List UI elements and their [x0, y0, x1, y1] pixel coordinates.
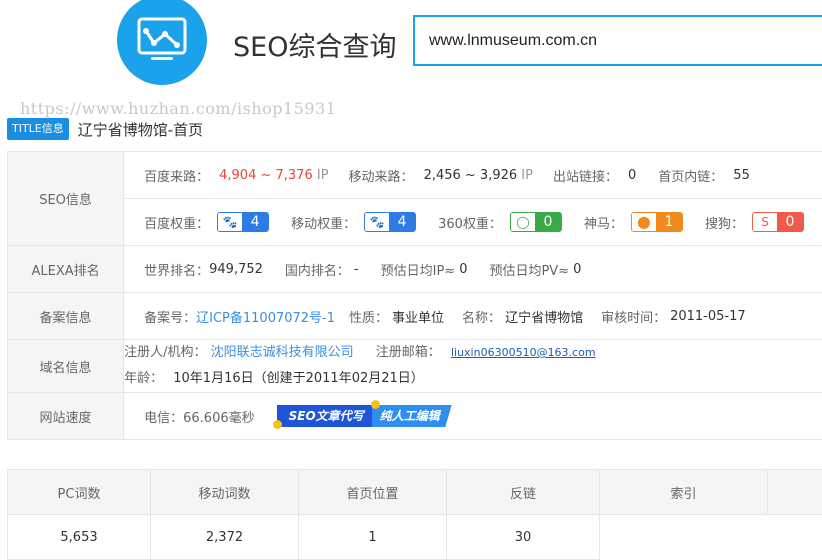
email-link[interactable]: liuxin06300510@163.com	[451, 346, 596, 359]
extra-value	[768, 515, 822, 560]
360-icon: ◯	[511, 213, 535, 231]
audit-date-label: 审核时间：	[601, 307, 666, 326]
shenma-weight-value: 1	[656, 213, 682, 231]
icp-row: 备案号： 辽ICP备11007072号-1 性质： 事业单位 名称： 辽宁省博物…	[124, 293, 822, 339]
mobile-words-value: 2,372	[151, 515, 299, 560]
360-weight-badge[interactable]: ◯ 0	[510, 212, 562, 232]
org-name-label: 名称：	[462, 307, 501, 326]
search-box[interactable]	[413, 15, 822, 66]
mobile-weight-badge[interactable]: 🐾 4	[364, 212, 416, 232]
domestic-rank-label: 国内排名：	[285, 260, 350, 279]
speed-label: 网站速度	[8, 393, 124, 440]
home-position-header: 首页位置	[299, 470, 447, 515]
mobile-traffic-label: 移动来路：	[349, 166, 414, 185]
registrant-link[interactable]: 沈阳联志诚科技有限公司	[211, 345, 354, 360]
baidu-traffic-unit: IP	[317, 168, 329, 183]
est-ip-label: 预估日均IP≈	[381, 260, 456, 279]
shenma-weight-label: 神马：	[584, 213, 623, 232]
baidu-traffic-value: 4,904 ~ 7,376	[219, 168, 313, 183]
table-row: 5,653 2,372 1 30	[8, 515, 822, 560]
telecom-label: 电信：	[144, 407, 183, 426]
seo-info-label: SEO信息	[8, 152, 124, 246]
traffic-row: 百度来路： 4,904 ~ 7,376 IP 移动来路： 2,456 ~ 3,9…	[124, 152, 822, 198]
age-label: 年龄：	[124, 371, 163, 386]
innerlinks-value: 55	[733, 168, 750, 183]
weights-row: 百度权重： 🐾 4 移动权重： 🐾 4 360权重： ◯ 0 神马： ⬤	[124, 199, 822, 245]
logo	[117, 0, 207, 85]
promo-dot-icon	[371, 400, 380, 409]
sogou-weight-value: 0	[777, 213, 803, 231]
baidu-weight-badge[interactable]: 🐾 4	[217, 212, 269, 232]
page-title: SEO综合查询	[233, 25, 396, 64]
mobile-traffic-unit: IP	[521, 168, 533, 183]
alexa-row: 世界排名： 949,752 国内排名： - 预估日均IP≈ 0 预估日均PV≈ …	[124, 246, 822, 292]
age-value: 10年1月16日（创建于2011年02月21日）	[173, 371, 424, 386]
icp-number-link[interactable]: 辽ICP备11007072号-1	[196, 307, 335, 326]
360-weight-label: 360权重：	[438, 213, 502, 232]
speed-row: 电信： 66.606毫秒 SEO文章代写 纯人工编辑	[124, 393, 822, 439]
seo-writing-promo-banner[interactable]: SEO文章代写 纯人工编辑	[277, 405, 452, 427]
org-name-value: 辽宁省博物馆	[505, 307, 583, 326]
registrant-label: 注册人/机构：	[124, 345, 206, 360]
title-info-row: TITLE信息 辽宁省博物馆-首页	[7, 118, 203, 140]
sogou-icon: S	[753, 213, 777, 231]
baidu-traffic-label: 百度来路：	[144, 166, 209, 185]
pc-words-value: 5,653	[8, 515, 151, 560]
search-input[interactable]	[427, 31, 811, 51]
stats-table: PC词数 移动词数 首页位置 反链 索引 5,653 2,372 1 30	[7, 469, 822, 560]
backlinks-header: 反链	[447, 470, 600, 515]
site-title-text: 辽宁省博物馆-首页	[78, 119, 203, 140]
icp-label: 备案信息	[8, 293, 124, 340]
title-badge: TITLE信息	[7, 118, 69, 140]
domain-info-cell: 注册人/机构： 沈阳联志诚科技有限公司 注册邮箱： liuxin06300510…	[124, 340, 822, 393]
extra-header	[768, 470, 822, 515]
sogou-weight-label: 搜狗：	[705, 213, 744, 232]
promo-dot-icon	[273, 420, 282, 429]
sogou-weight-badge[interactable]: S 0	[752, 212, 804, 232]
index-value	[600, 515, 768, 560]
mobile-paw-icon: 🐾	[365, 213, 389, 231]
promo-text-2: 纯人工编辑	[372, 405, 452, 427]
outlinks-value: 0	[628, 168, 636, 183]
outlinks-label: 出站链接：	[553, 166, 618, 185]
nature-value: 事业单位	[392, 307, 444, 326]
icp-number-label: 备案号：	[144, 307, 196, 326]
telecom-value: 66.606毫秒	[183, 407, 255, 426]
baidu-paw-icon: 🐾	[218, 213, 242, 231]
baidu-weight-value: 4	[242, 213, 268, 231]
promo-text-1: SEO文章代写	[277, 405, 372, 427]
backlinks-value: 30	[447, 515, 600, 560]
watermark-text: https://www.huzhan.com/ishop15931	[20, 99, 336, 118]
360-weight-value: 0	[535, 213, 561, 231]
world-rank-label: 世界排名：	[144, 260, 209, 279]
alexa-label: ALEXA排名	[8, 246, 124, 293]
seo-info-table: SEO信息 百度来路： 4,904 ~ 7,376 IP 移动来路： 2,456…	[7, 151, 822, 440]
shenma-weight-badge[interactable]: ⬤ 1	[631, 212, 683, 232]
chart-monitor-icon	[137, 17, 187, 63]
est-pv-label: 预估日均PV≈	[489, 260, 569, 279]
mobile-words-header: 移动词数	[151, 470, 299, 515]
domestic-rank-value: -	[354, 262, 359, 277]
domain-label: 域名信息	[8, 340, 124, 393]
mobile-weight-label: 移动权重：	[291, 213, 356, 232]
home-position-value: 1	[299, 515, 447, 560]
mobile-weight-value: 4	[389, 213, 415, 231]
est-pv-value: 0	[573, 262, 581, 277]
nature-label: 性质：	[349, 307, 388, 326]
world-rank-value: 949,752	[209, 262, 263, 277]
index-header: 索引	[600, 470, 768, 515]
baidu-weight-label: 百度权重：	[144, 213, 209, 232]
innerlinks-label: 首页内链：	[658, 166, 723, 185]
audit-date-value: 2011-05-17	[670, 309, 746, 324]
shenma-icon: ⬤	[632, 213, 656, 231]
pc-words-header: PC词数	[8, 470, 151, 515]
mobile-traffic-value: 2,456 ~ 3,926	[424, 168, 518, 183]
est-ip-value: 0	[459, 262, 467, 277]
email-label: 注册邮箱：	[376, 345, 441, 360]
